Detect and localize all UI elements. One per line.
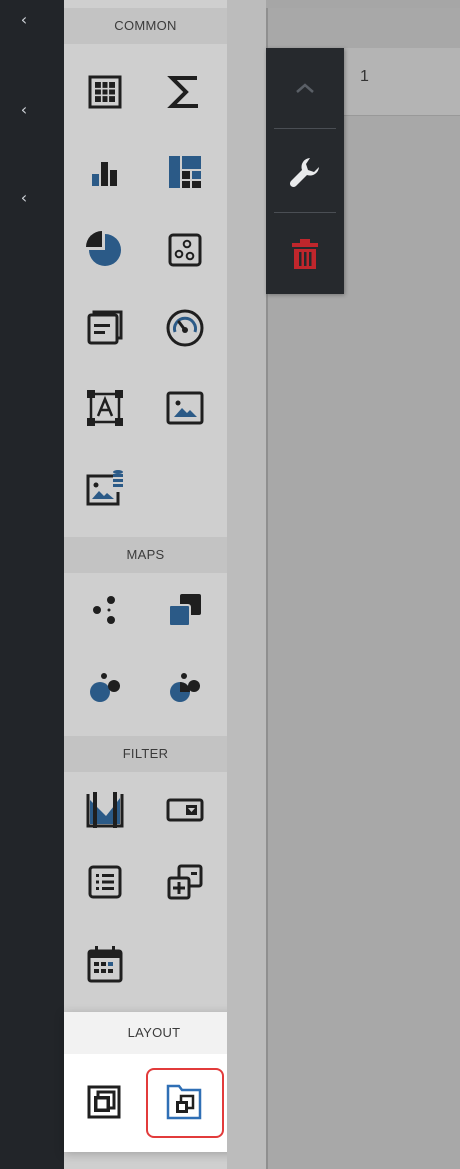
choropleth-map-icon[interactable] xyxy=(159,584,211,636)
chevron-up-icon xyxy=(296,83,314,93)
collapse-chevron-icon[interactable]: ‹ xyxy=(14,10,34,30)
move-up-button[interactable] xyxy=(266,48,344,128)
text-box-icon[interactable] xyxy=(79,382,131,434)
collapse-chevron-icon[interactable]: ‹ xyxy=(14,100,34,120)
group-icon[interactable] xyxy=(78,1076,130,1128)
bound-image-icon[interactable] xyxy=(79,462,131,514)
gauge-icon[interactable] xyxy=(159,302,211,354)
section-header-maps: MAPS xyxy=(64,537,227,573)
collapse-chevron-icon[interactable]: ‹ xyxy=(14,188,34,208)
toolbar-divider xyxy=(274,128,336,129)
layout-section-popup: LAYOUT xyxy=(64,1012,244,1152)
list-box-icon[interactable] xyxy=(79,856,131,908)
combo-box-icon[interactable] xyxy=(159,784,211,836)
left-rail: ‹ ‹ ‹ xyxy=(0,0,64,1169)
delete-button[interactable] xyxy=(266,214,344,294)
grid-icon[interactable] xyxy=(79,66,131,118)
properties-button[interactable] xyxy=(266,132,344,212)
card-icon[interactable] xyxy=(79,302,131,354)
bubble-map-icon[interactable] xyxy=(79,662,131,714)
section-header-filter: FILTER xyxy=(64,736,227,772)
tab-container-icon[interactable] xyxy=(158,1076,210,1128)
bar-chart-icon[interactable] xyxy=(79,146,131,198)
image-icon[interactable] xyxy=(159,382,211,434)
treemap-icon[interactable] xyxy=(159,146,211,198)
geo-point-map-icon[interactable] xyxy=(79,584,131,636)
pie-chart-icon[interactable] xyxy=(79,224,131,276)
trash-icon xyxy=(292,239,318,269)
item-toolbar xyxy=(266,48,344,294)
wrench-icon xyxy=(289,158,319,188)
section-header-layout: LAYOUT xyxy=(64,1012,244,1054)
range-filter-icon[interactable] xyxy=(79,784,131,836)
section-header-common: COMMON xyxy=(64,8,227,44)
toolbox-panel: COMMON MAPS FILTER xyxy=(64,0,227,1169)
toolbar-divider xyxy=(274,212,336,213)
tree-view-icon[interactable] xyxy=(159,856,211,908)
date-filter-icon[interactable] xyxy=(79,938,131,990)
scatter-chart-icon[interactable] xyxy=(159,224,211,276)
sum-icon[interactable] xyxy=(159,66,211,118)
pie-map-icon[interactable] xyxy=(159,662,211,714)
item-caption-text: 1 xyxy=(360,68,369,85)
designer-gutter xyxy=(227,0,266,1169)
